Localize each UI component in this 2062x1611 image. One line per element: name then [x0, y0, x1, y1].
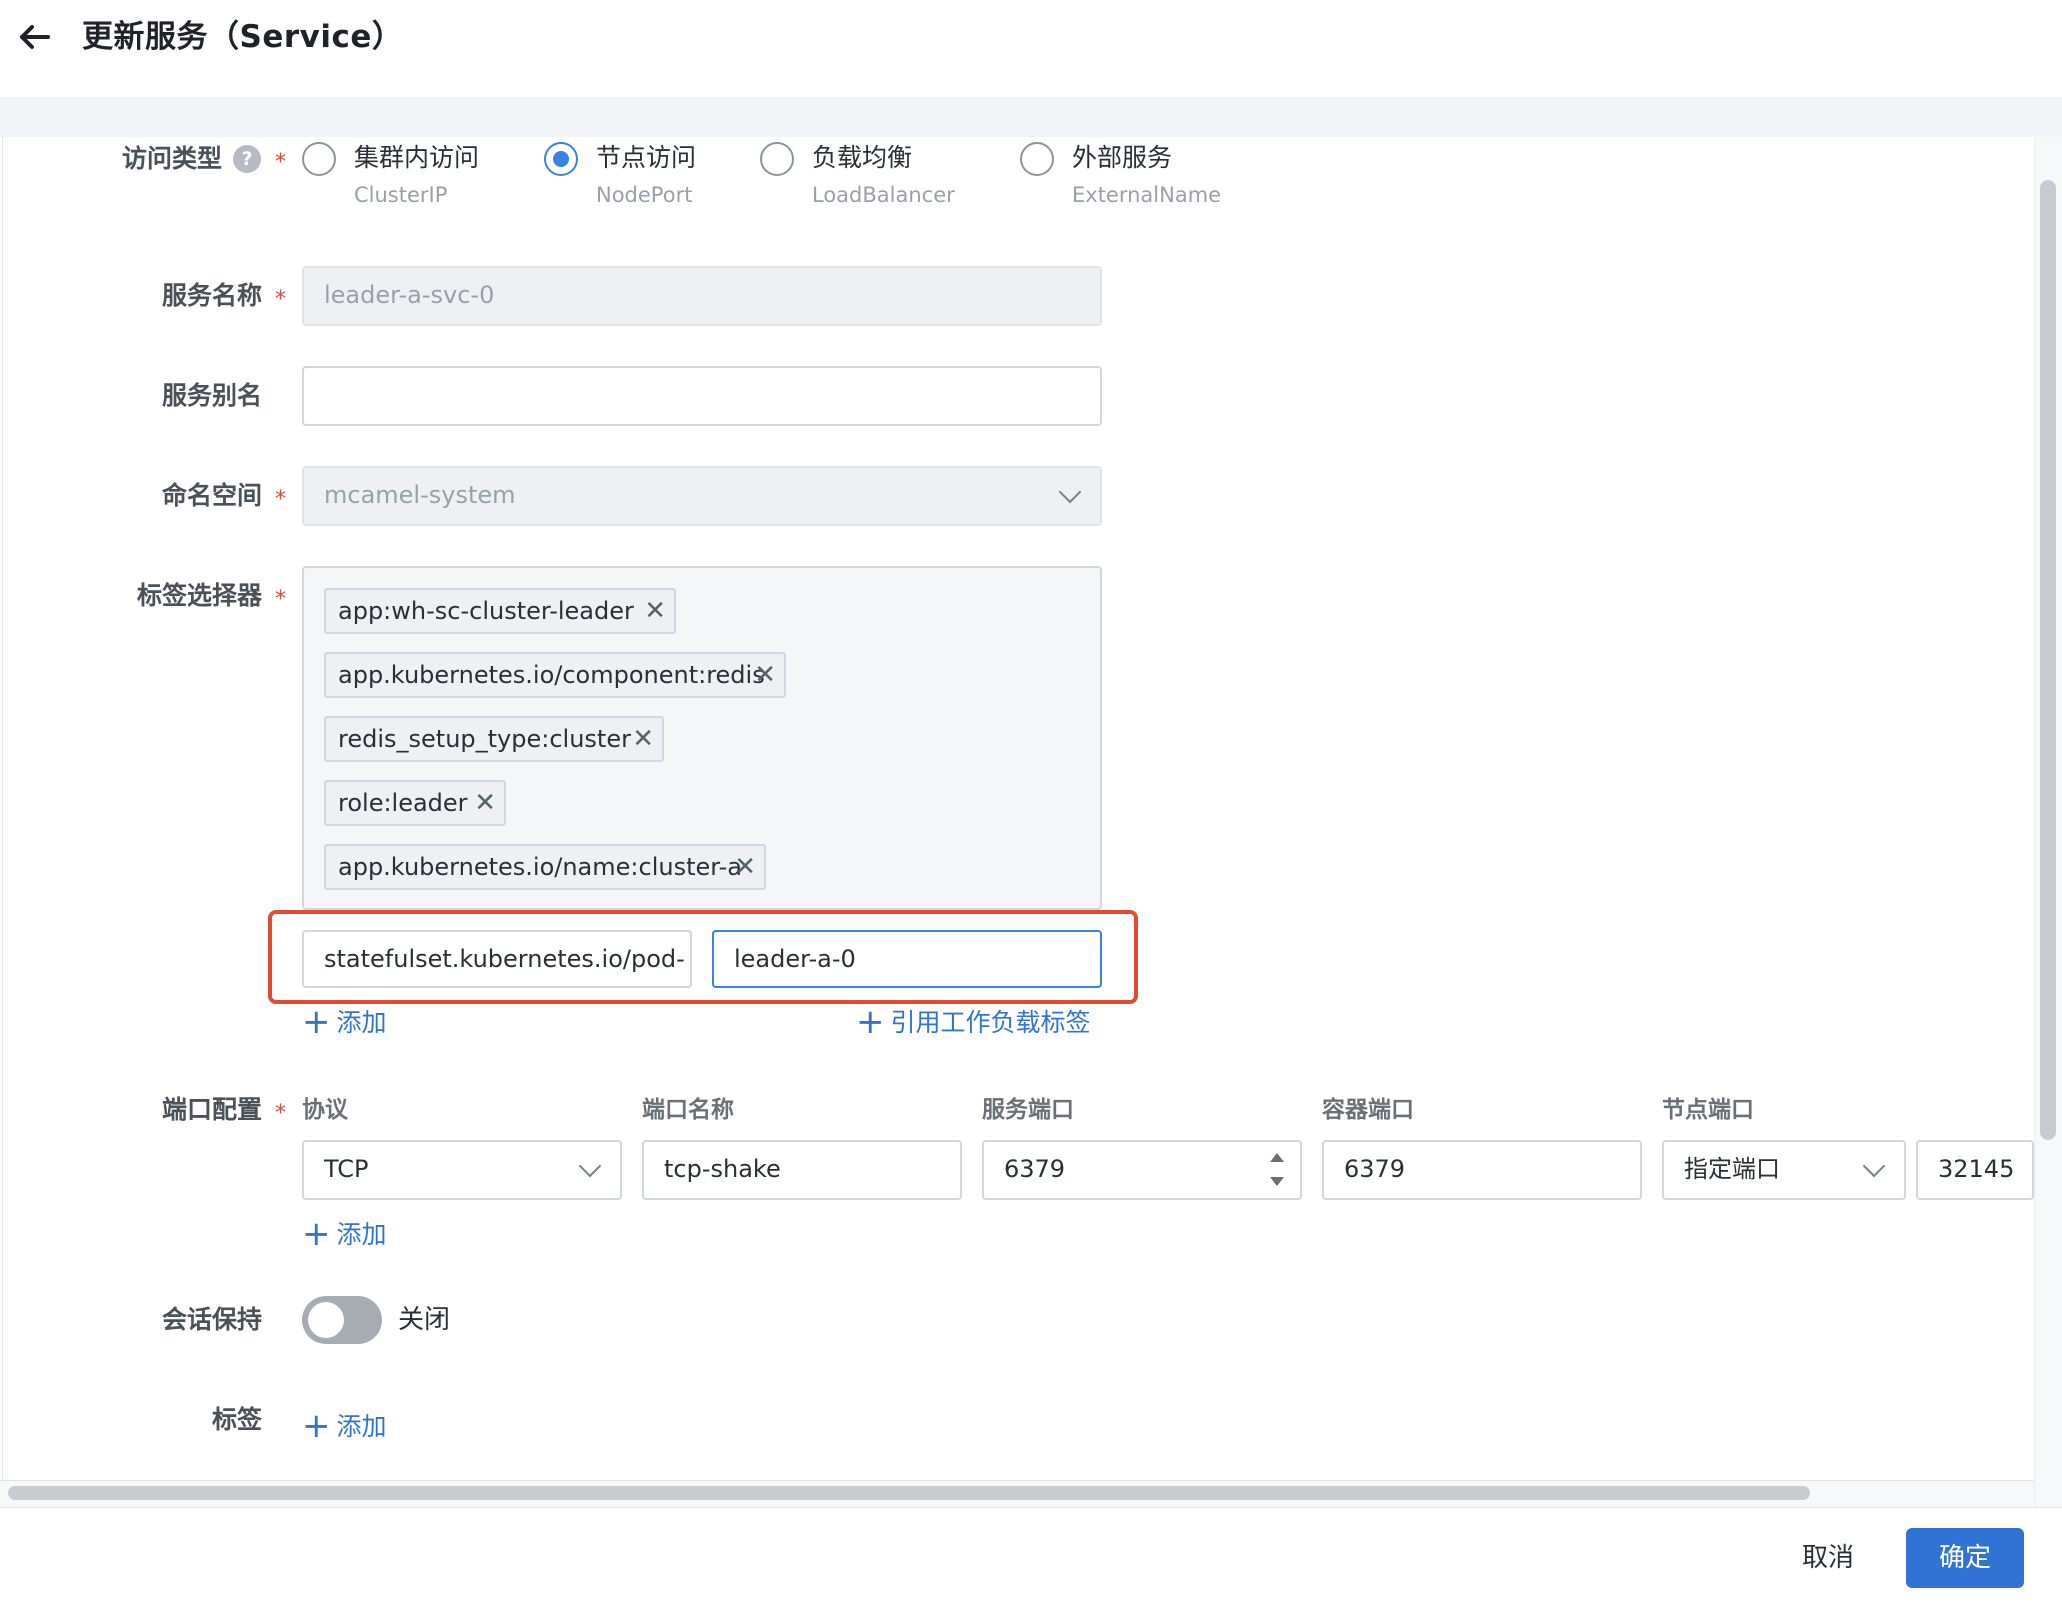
namespace-select-value: mcamel-system: [324, 481, 516, 509]
confirm-button[interactable]: 确定: [1906, 1528, 2024, 1588]
service-name-input[interactable]: leader-a-svc-0: [302, 266, 1102, 326]
close-icon[interactable]: ✕: [754, 654, 776, 696]
close-icon[interactable]: ✕: [474, 782, 496, 824]
vertical-scrollbar-thumb[interactable]: [2040, 180, 2056, 1140]
cancel-button[interactable]: 取消: [1802, 1528, 1854, 1588]
selector-tag: redis_setup_type:cluster ✕: [324, 716, 664, 762]
help-icon[interactable]: ?: [233, 145, 261, 173]
close-icon[interactable]: ✕: [632, 718, 654, 760]
plus-icon: +: [856, 1002, 885, 1042]
ref-workload-label-text: 引用工作负载标签: [890, 1008, 1091, 1037]
page-title: 更新服务（Service）: [82, 19, 404, 55]
selector-tag-text: app:wh-sc-cluster-leader: [338, 597, 634, 625]
service-port-stepper[interactable]: [1264, 1147, 1292, 1193]
required-mark: *: [275, 287, 286, 312]
service-port-value: 6379: [1004, 1155, 1066, 1183]
col-container-port: 容器端口: [1322, 1097, 1414, 1123]
selector-tag: app.kubernetes.io/component:redis ✕: [324, 652, 786, 698]
radio-nodeport-sub: NodePort: [596, 183, 693, 207]
radio-externalname-sub: ExternalName: [1072, 183, 1222, 207]
col-service-port: 服务端口: [982, 1097, 1074, 1123]
label-selector-tags-box: app:wh-sc-cluster-leader ✕ app.kubernete…: [302, 566, 1102, 910]
col-node-port: 节点端口: [1662, 1097, 1754, 1123]
namespace-label: 命名空间: [161, 481, 262, 510]
labels-label: 标签: [211, 1405, 262, 1434]
radio-externalname-title: 外部服务: [1072, 143, 1173, 172]
back-button[interactable]: [14, 16, 56, 58]
stepper-up-icon[interactable]: [1270, 1153, 1284, 1162]
radio-clusterip-sub: ClusterIP: [354, 183, 448, 207]
header-divider-band: [0, 97, 2062, 137]
add-port-button[interactable]: + 添加: [302, 1216, 387, 1253]
selector-tag-text: app.kubernetes.io/name:cluster-a: [338, 853, 742, 881]
protocol-select[interactable]: TCP: [302, 1140, 622, 1200]
plus-icon: +: [302, 1002, 331, 1042]
ports-label: 端口配置: [161, 1095, 262, 1124]
required-mark: *: [275, 487, 286, 512]
radio-loadbalancer[interactable]: [760, 142, 794, 176]
close-icon[interactable]: ✕: [734, 846, 756, 888]
selector-tag-text: redis_setup_type:cluster: [338, 725, 631, 753]
add-label-text: 添加: [336, 1412, 387, 1441]
access-type-label: 访问类型: [121, 144, 222, 173]
namespace-select[interactable]: mcamel-system: [302, 466, 1102, 526]
radio-loadbalancer-sub: LoadBalancer: [812, 183, 955, 207]
session-toggle[interactable]: [302, 1296, 382, 1344]
selector-tag: role:leader ✕: [324, 780, 506, 826]
add-label-button[interactable]: + 添加: [302, 1408, 387, 1445]
add-selector-label: 添加: [336, 1008, 387, 1037]
selector-tag-text: app.kubernetes.io/component:redis: [338, 661, 765, 689]
col-port-name: 端口名称: [642, 1097, 734, 1123]
arrow-left-icon: [20, 25, 50, 49]
radio-clusterip-title: 集群内访问: [354, 143, 480, 172]
selector-tag: app.kubernetes.io/name:cluster-a ✕: [324, 844, 766, 890]
plus-icon: +: [302, 1406, 331, 1446]
node-port-mode-value: 指定端口: [1684, 1155, 1780, 1183]
add-selector-button[interactable]: + 添加: [302, 1004, 387, 1041]
radio-nodeport-title: 节点访问: [596, 143, 697, 172]
service-alias-input[interactable]: [302, 366, 1102, 426]
selector-tag: app:wh-sc-cluster-leader ✕: [324, 588, 676, 634]
selector-value-input[interactable]: leader-a-0: [712, 930, 1102, 988]
radio-nodeport[interactable]: [544, 142, 578, 176]
stepper-down-icon[interactable]: [1270, 1177, 1284, 1186]
selector-tag-text: role:leader: [338, 789, 468, 817]
ref-workload-label-button[interactable]: + 引用工作负载标签: [856, 1004, 1091, 1041]
service-name-label: 服务名称: [161, 281, 262, 310]
session-label: 会话保持: [161, 1305, 262, 1334]
col-protocol: 协议: [302, 1097, 348, 1123]
port-name-input[interactable]: tcp-shake: [642, 1140, 962, 1200]
service-alias-label: 服务别名: [161, 381, 262, 410]
required-mark: *: [275, 150, 286, 175]
session-state: 关闭: [398, 1305, 451, 1335]
footer-bar: [0, 1507, 2062, 1611]
required-mark: *: [275, 1101, 286, 1126]
plus-icon: +: [302, 1214, 331, 1254]
protocol-value: TCP: [324, 1155, 369, 1183]
radio-clusterip[interactable]: [302, 142, 336, 176]
service-port-input[interactable]: 6379: [982, 1140, 1302, 1200]
label-selector-label: 标签选择器: [136, 581, 262, 610]
selector-key-input[interactable]: statefulset.kubernetes.io/pod-: [302, 930, 692, 988]
radio-externalname[interactable]: [1020, 142, 1054, 176]
container-port-input[interactable]: 6379: [1322, 1140, 1642, 1200]
required-mark: *: [275, 587, 286, 612]
close-icon[interactable]: ✕: [644, 590, 666, 632]
node-port-input[interactable]: 32145: [1916, 1140, 2034, 1200]
radio-loadbalancer-title: 负载均衡: [812, 143, 913, 172]
add-port-label: 添加: [336, 1220, 387, 1249]
horizontal-scrollbar-thumb[interactable]: [8, 1486, 1810, 1500]
toggle-knob: [308, 1302, 344, 1338]
